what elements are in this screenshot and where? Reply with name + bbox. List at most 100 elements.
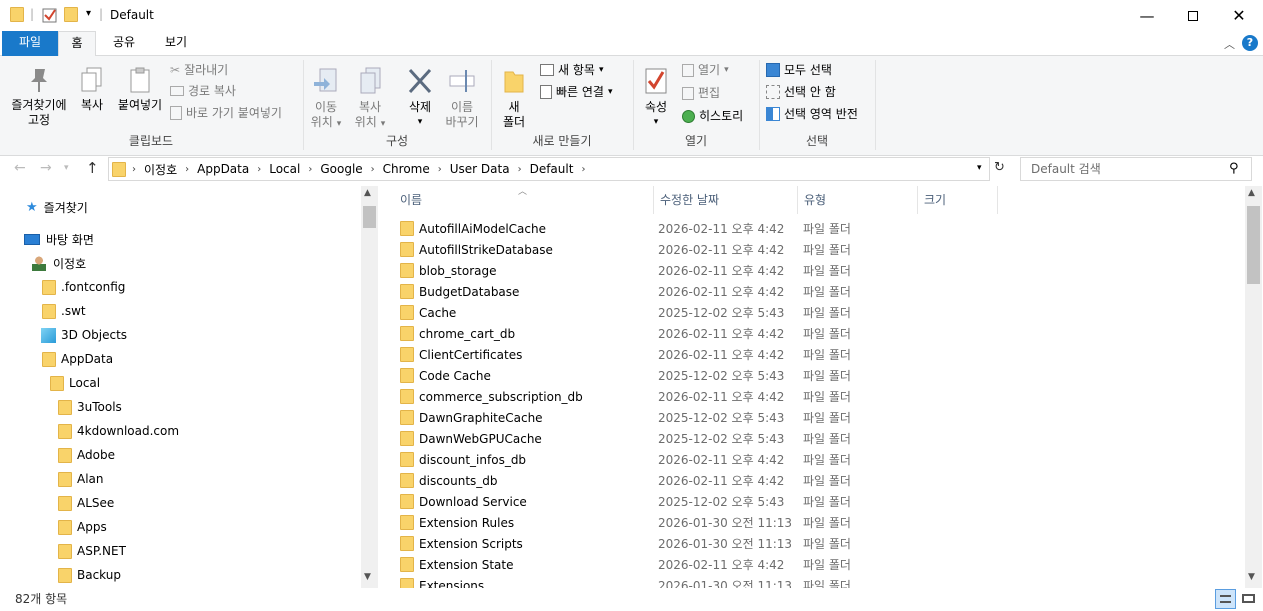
back-icon[interactable]: ← (14, 160, 26, 176)
breadcrumb-separator[interactable]: › (130, 164, 138, 175)
column-header-size[interactable]: 크기 (924, 186, 994, 214)
file-row[interactable]: AutofillStrikeDatabase 2026-02-11 오후 4:42… (400, 239, 1240, 260)
column-header-name[interactable]: 이름 (400, 186, 650, 214)
breadcrumb-separator[interactable]: › (579, 164, 587, 175)
properties-icon (645, 68, 667, 94)
scroll-down-icon[interactable]: ▼ (1248, 572, 1255, 582)
tab-view[interactable]: 보기 (156, 31, 196, 56)
easy-access-button[interactable]: 빠른 연결 ▾ (540, 84, 613, 100)
folder-icon (400, 410, 414, 425)
nav-item-quick-access[interactable]: ★ 즐겨찾기 (26, 195, 88, 219)
details-view-button[interactable] (1215, 589, 1236, 609)
folder-icon (400, 242, 414, 257)
breadcrumb-separator[interactable]: › (516, 164, 524, 175)
file-type: 파일 폴더 (803, 285, 851, 299)
file-row[interactable]: Download Service 2025-12-02 오후 5:43 파일 폴더 (400, 491, 1240, 512)
forward-icon[interactable]: → (40, 160, 52, 176)
maximize-button[interactable] (1170, 0, 1216, 31)
file-row[interactable]: commerce_subscription_db 2026-02-11 오후 4:… (400, 386, 1240, 407)
breadcrumb-item[interactable]: 이정호 (138, 161, 183, 178)
breadcrumb-item[interactable]: Local (263, 162, 306, 176)
column-divider[interactable] (797, 186, 798, 214)
breadcrumb-separator[interactable]: › (436, 164, 444, 175)
new-folder-icon[interactable] (64, 7, 78, 25)
paste-shortcut-button[interactable]: 바로 가기 붙여넣기 (170, 105, 282, 121)
history-button[interactable]: 히스토리 (682, 108, 743, 124)
file-row[interactable]: blob_storage 2026-02-11 오후 4:42 파일 폴더 (400, 260, 1240, 281)
column-header-modified[interactable]: 수정한 날짜 (660, 186, 795, 214)
new-item-button[interactable]: 새 항목 ▾ (540, 62, 603, 78)
breadcrumb-item[interactable]: Default (524, 162, 580, 176)
properties-button[interactable]: 속성 ▾ (638, 66, 674, 130)
copy-button[interactable]: 복사 (74, 66, 110, 113)
delete-dropdown-icon[interactable]: ▾ (398, 115, 442, 130)
customize-quick-access-icon[interactable]: ▾ (86, 8, 91, 19)
cut-button[interactable]: ✂ 잘라내기 (170, 62, 228, 78)
file-name: AutofillAiModelCache (419, 221, 546, 236)
breadcrumb-separator[interactable]: › (183, 164, 191, 175)
file-row[interactable]: Extensions 2026-01-30 오전 11:13 파일 폴더 (400, 575, 1240, 588)
edit-button[interactable]: 편집 (682, 85, 720, 101)
up-icon[interactable]: ↑ (86, 159, 99, 177)
collapse-ribbon-icon[interactable]: ︿ (1224, 36, 1235, 52)
breadcrumb-item[interactable]: Google (314, 162, 368, 176)
file-row[interactable]: DawnWebGPUCache 2025-12-02 오후 5:43 파일 폴더 (400, 428, 1240, 449)
column-divider[interactable] (997, 186, 998, 214)
file-row[interactable]: AutofillAiModelCache 2026-02-11 오후 4:42 파일… (400, 218, 1240, 239)
minimize-button[interactable]: — (1124, 0, 1170, 31)
close-button[interactable]: ✕ (1216, 0, 1262, 31)
copy-path-icon (170, 86, 184, 96)
properties-dropdown-icon[interactable]: ▾ (638, 115, 674, 130)
file-row[interactable]: Extension State 2026-02-11 오후 4:42 파일 폴더 (400, 554, 1240, 575)
open-button[interactable]: 열기 ▾ (682, 62, 729, 78)
properties-icon[interactable] (42, 7, 58, 25)
copy-icon (81, 67, 102, 92)
tab-file[interactable]: 파일 (2, 31, 58, 56)
select-none-button[interactable]: 선택 안 함 (766, 84, 836, 100)
select-all-button[interactable]: 모두 선택 (766, 62, 832, 78)
file-list-scrollbar-thumb[interactable] (1247, 206, 1260, 284)
pin-label-1: 즐겨찾기에 (11, 98, 67, 112)
large-icons-view-button[interactable] (1238, 589, 1259, 609)
help-icon[interactable]: ? (1242, 35, 1258, 51)
rename-button[interactable]: 이름 바꾸기 (444, 66, 480, 130)
file-row[interactable]: Code Cache 2025-12-02 오후 5:43 파일 폴더 (400, 365, 1240, 386)
file-row[interactable]: BudgetDatabase 2026-02-11 오후 4:42 파일 폴더 (400, 281, 1240, 302)
breadcrumb-item[interactable]: Chrome (377, 162, 436, 176)
paste-button[interactable]: 붙여넣기 (114, 66, 166, 113)
file-row[interactable]: ClientCertificates 2026-02-11 오후 4:42 파일 폴… (400, 344, 1240, 365)
copy-path-button[interactable]: 경로 복사 (170, 83, 236, 99)
scroll-up-icon[interactable]: ▲ (1248, 188, 1255, 198)
file-row[interactable]: discount_infos_db 2026-02-11 오후 4:42 파일 폴더 (400, 449, 1240, 470)
column-divider[interactable] (917, 186, 918, 214)
scroll-up-icon[interactable]: ▲ (364, 188, 371, 198)
new-folder-button[interactable]: 새 폴더 (496, 66, 532, 130)
file-row[interactable]: Extension Scripts 2026-01-30 오전 11:13 파일 폴… (400, 533, 1240, 554)
breadcrumb-separator[interactable]: › (306, 164, 314, 175)
file-row[interactable]: chrome_cart_db 2026-02-11 오후 4:42 파일 폴더 (400, 323, 1240, 344)
move-to-button[interactable]: 이동 위치 ▾ (308, 66, 344, 132)
tab-share[interactable]: 공유 (104, 31, 144, 56)
copy-to-button[interactable]: 복사 위치 ▾ (350, 66, 390, 132)
paste-shortcut-icon (170, 106, 182, 120)
file-row[interactable]: discounts_db 2026-02-11 오후 4:42 파일 폴더 (400, 470, 1240, 491)
tab-home[interactable]: 홈 (58, 31, 96, 57)
file-name: Extensions (419, 578, 485, 589)
file-type: 파일 폴더 (803, 432, 851, 446)
search-input[interactable]: Default 검색 (1020, 157, 1252, 181)
breadcrumb-item[interactable]: User Data (444, 162, 516, 176)
column-header-type[interactable]: 유형 (804, 186, 914, 214)
delete-button[interactable]: 삭제 ▾ (398, 66, 442, 130)
breadcrumb-item[interactable]: AppData (191, 162, 255, 176)
pin-quick-access-button[interactable]: 즐겨찾기에 고정 (4, 66, 74, 128)
refresh-icon[interactable]: ↻ (994, 160, 1005, 175)
recent-locations-icon[interactable]: ▾ (64, 163, 69, 173)
address-dropdown-icon[interactable]: ▾ (977, 163, 982, 173)
file-row[interactable]: Extension Rules 2026-01-30 오전 11:13 파일 폴더 (400, 512, 1240, 533)
breadcrumb-separator[interactable]: › (255, 164, 263, 175)
file-row[interactable]: Cache 2025-12-02 오후 5:43 파일 폴더 (400, 302, 1240, 323)
invert-selection-button[interactable]: 선택 영역 반전 (766, 106, 858, 122)
column-divider[interactable] (653, 186, 654, 214)
file-row[interactable]: DawnGraphiteCache 2025-12-02 오후 5:43 파일 폴더 (400, 407, 1240, 428)
breadcrumb-separator[interactable]: › (369, 164, 377, 175)
